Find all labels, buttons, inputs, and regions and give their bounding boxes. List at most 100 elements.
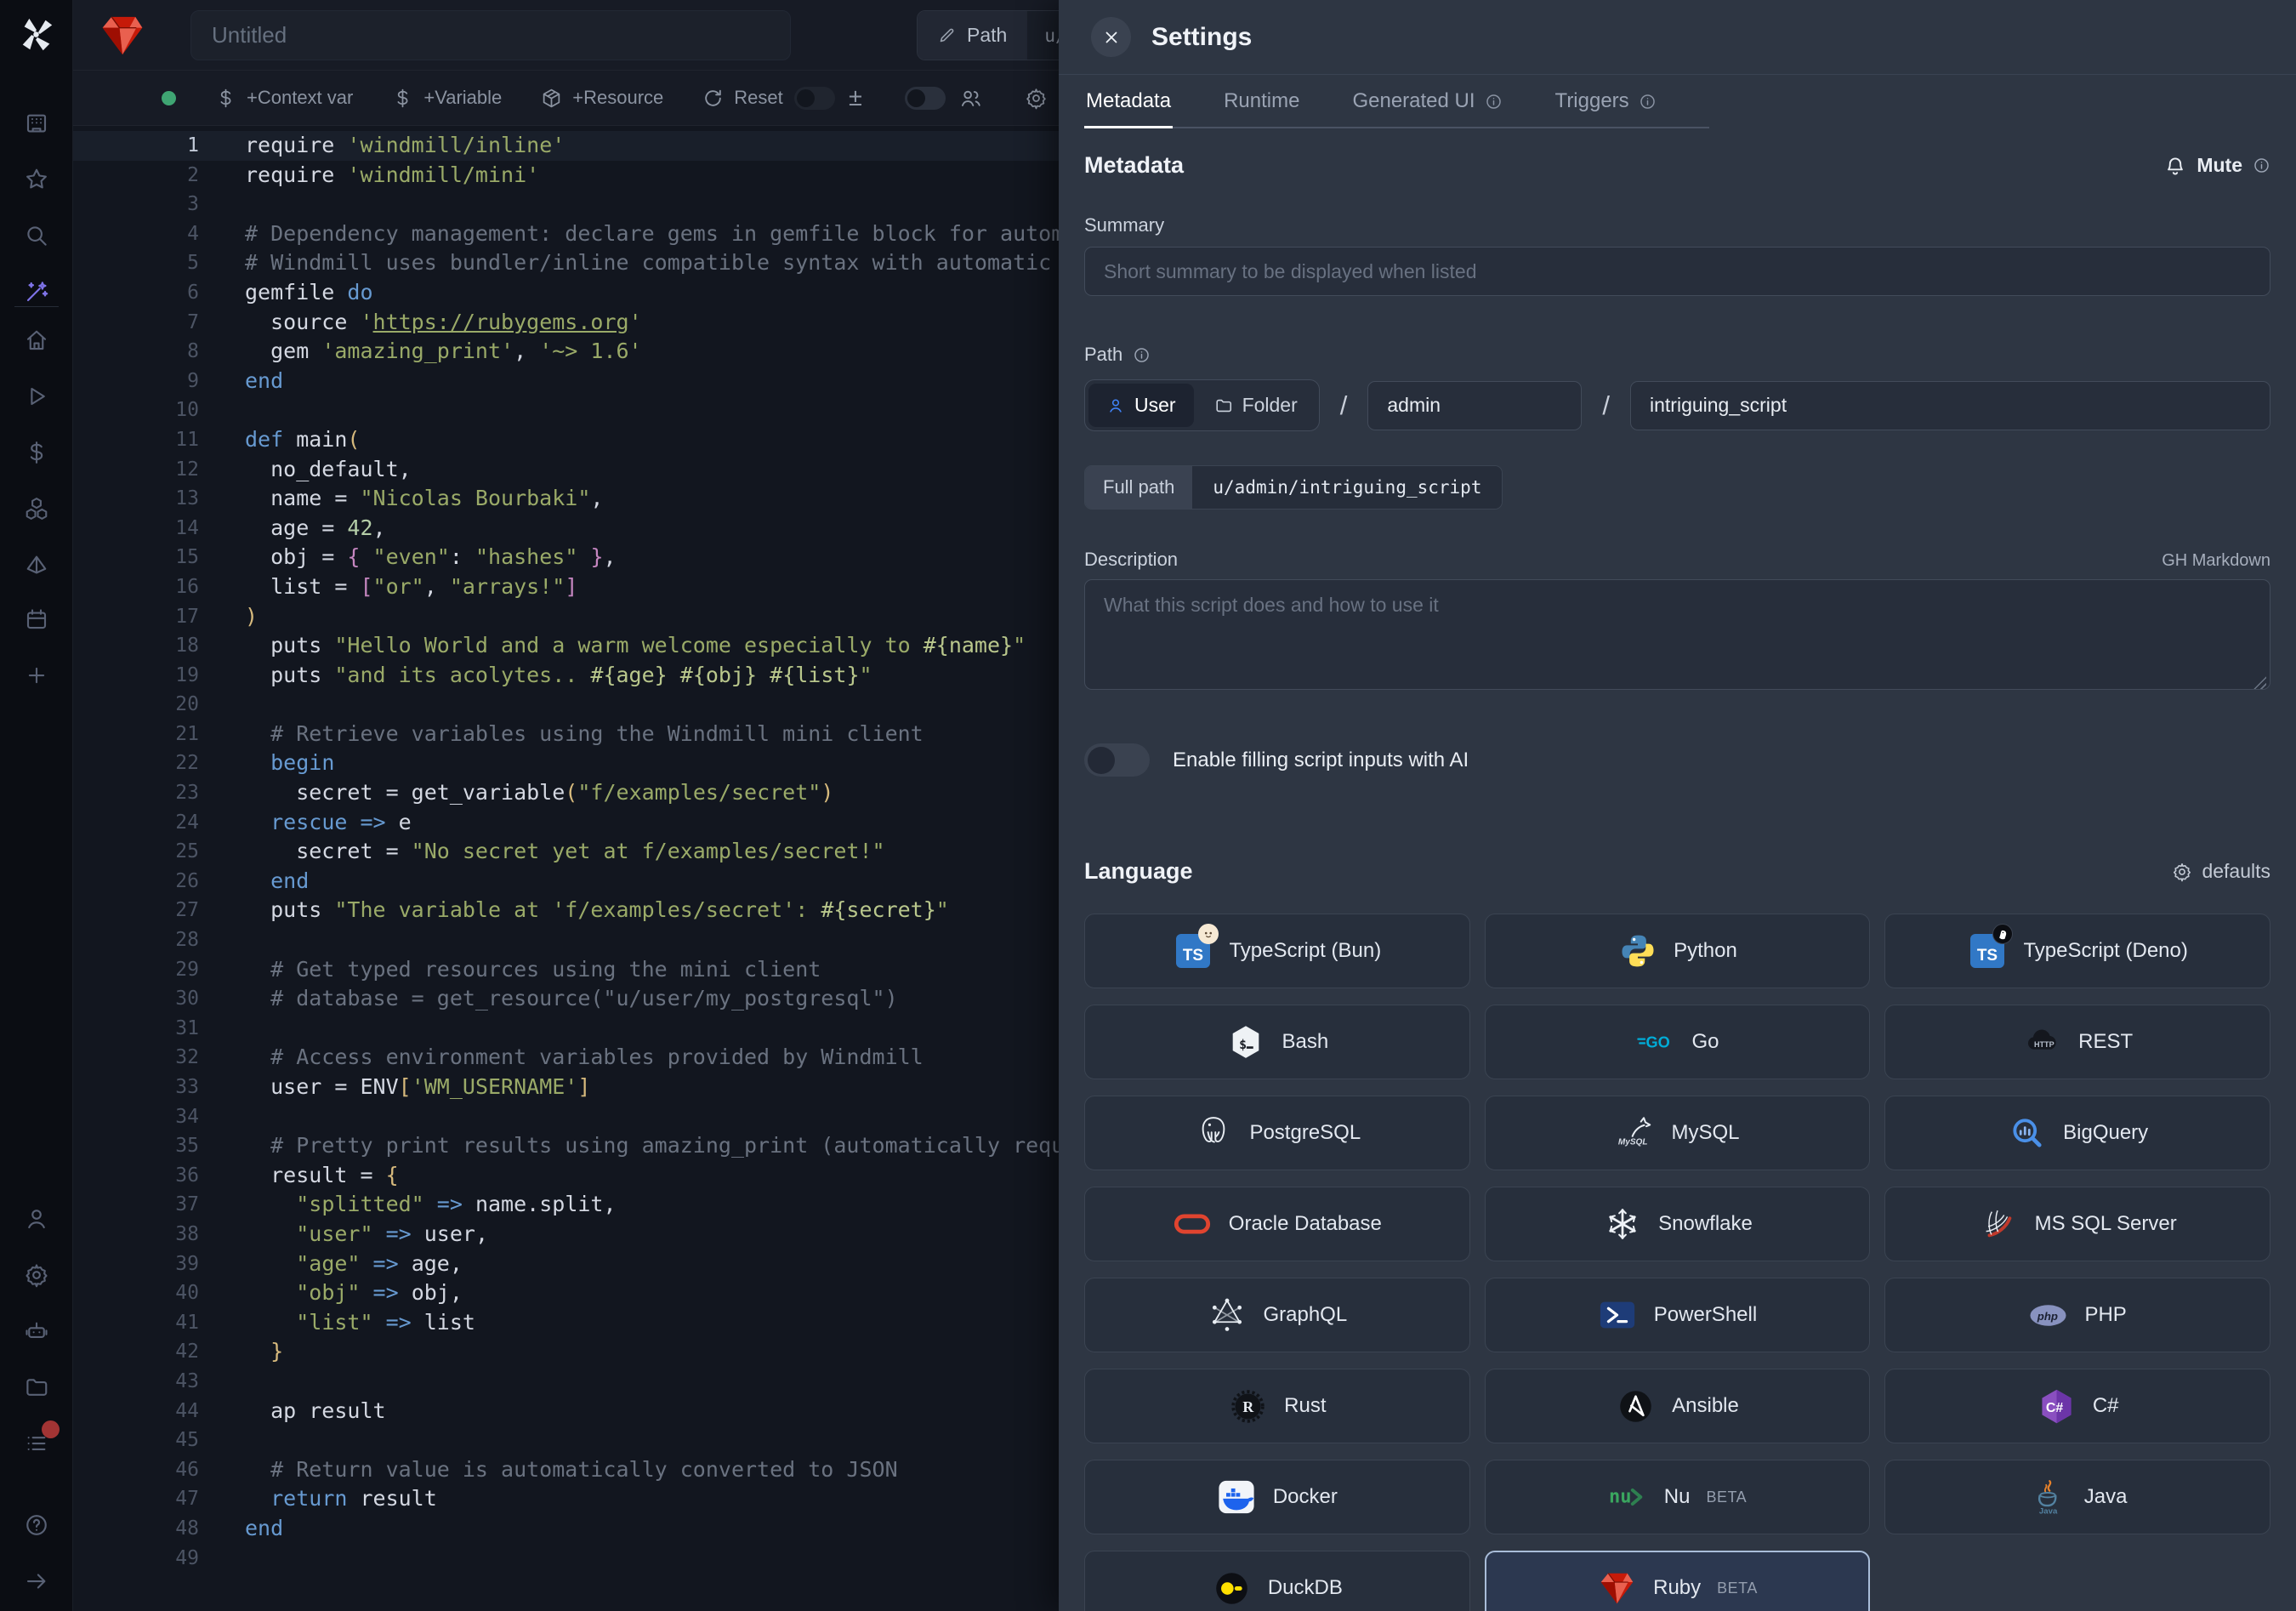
defaults-button[interactable]: defaults [2172, 860, 2270, 883]
tab-triggers[interactable]: Triggers [1554, 75, 1658, 128]
reset-button[interactable]: Reset [702, 87, 782, 109]
summary-input[interactable] [1084, 247, 2270, 296]
description-textarea[interactable] [1084, 579, 2270, 690]
collab-toggle[interactable] [905, 87, 946, 110]
home-icon[interactable] [24, 327, 49, 353]
calendar-icon[interactable] [24, 606, 49, 632]
line-number: 1 [73, 131, 199, 161]
language-label: Oracle Database [1229, 1212, 1382, 1236]
language-go[interactable]: GOGo [1485, 1005, 1871, 1079]
ai-inputs-toggle[interactable] [1084, 743, 1150, 777]
line-content: secret = "No secret yet at f/examples/se… [199, 837, 885, 867]
mute-button[interactable]: Mute [2164, 154, 2270, 177]
bell-icon [2164, 155, 2186, 177]
info-icon [1485, 93, 1503, 111]
search-icon[interactable] [24, 223, 49, 248]
language-postgresql[interactable]: PostgreSQL [1084, 1096, 1470, 1170]
line-number: 12 [73, 455, 199, 485]
tab-metadata[interactable]: Metadata [1084, 75, 1173, 128]
language-duckdb[interactable]: DuckDB [1084, 1551, 1470, 1611]
language-powershell[interactable]: PowerShell [1485, 1278, 1871, 1352]
plus-icon[interactable] [24, 663, 49, 688]
line-content: name = "Nicolas Bourbaki", [199, 484, 603, 514]
tab-runtime[interactable]: Runtime [1222, 75, 1301, 128]
line-number: 2 [73, 161, 199, 191]
user-icon[interactable] [24, 1206, 49, 1232]
help-icon[interactable] [24, 1512, 49, 1538]
line-content: "obj" => obj, [199, 1278, 463, 1308]
language-ansible[interactable]: Ansible [1485, 1369, 1871, 1443]
language-mysql[interactable]: MySQLMySQL [1485, 1096, 1871, 1170]
language-label: PostgreSQL [1249, 1121, 1361, 1145]
building-icon[interactable] [24, 111, 49, 136]
rest-icon: HTTP [2022, 1022, 2062, 1062]
cubes-icon[interactable] [24, 496, 49, 521]
svg-text:MySQL: MySQL [1618, 1137, 1648, 1147]
language-rust[interactable]: RRust [1084, 1369, 1470, 1443]
language-nu[interactable]: nuNuBETA [1485, 1460, 1871, 1534]
language-snowflake[interactable]: Snowflake [1485, 1187, 1871, 1261]
gear-icon[interactable] [1025, 87, 1048, 110]
language-bigquery[interactable]: BigQuery [1884, 1096, 2270, 1170]
line-content: end [199, 367, 283, 396]
csharp-icon: C# [2037, 1386, 2077, 1426]
add-context-var-button[interactable]: +Context var [215, 87, 353, 109]
language-label: PHP [2084, 1303, 2126, 1327]
line-content: obj = { "even": "hashes" }, [199, 543, 617, 572]
dollar-icon[interactable] [24, 440, 49, 465]
folder-icon[interactable] [24, 1375, 49, 1400]
language-label: Java [2084, 1485, 2128, 1509]
users-icon[interactable] [959, 87, 982, 110]
arrow-right-icon[interactable] [24, 1568, 49, 1594]
robot-icon[interactable] [24, 1318, 49, 1344]
owner-kind-user[interactable]: User [1088, 384, 1194, 427]
add-resource-button[interactable]: +Resource [541, 87, 663, 109]
pyramid-icon[interactable] [24, 552, 49, 578]
language-bash[interactable]: $Bash [1084, 1005, 1470, 1079]
language-python[interactable]: Python [1485, 914, 1871, 988]
list-icon[interactable] [24, 1431, 49, 1456]
nu-icon: nu [1608, 1477, 1648, 1517]
plus-minus-icon[interactable]: ± [849, 86, 862, 111]
line-number: 22 [73, 749, 199, 778]
language-label: Ansible [1672, 1394, 1739, 1418]
script-title-input[interactable] [190, 10, 791, 60]
line-content: gem 'amazing_print', '~> 1.6' [199, 337, 642, 367]
language-label: REST [2078, 1030, 2133, 1054]
language-java[interactable]: JavaJava [1884, 1460, 2270, 1534]
language-label: BigQuery [2063, 1121, 2148, 1145]
windmill-logo-icon[interactable] [17, 15, 56, 54]
line-number: 43 [73, 1367, 199, 1397]
magic-wand-icon[interactable] [24, 279, 49, 305]
language-typescript-bun[interactable]: TSTypeScript (Bun) [1084, 914, 1470, 988]
language-oracle-database[interactable]: Oracle Database [1084, 1187, 1470, 1261]
line-number: 13 [73, 484, 199, 514]
language-php[interactable]: phpPHP [1884, 1278, 2270, 1352]
defaults-label: defaults [2202, 860, 2270, 883]
line-number: 23 [73, 778, 199, 808]
language-label: Snowflake [1658, 1212, 1753, 1236]
language-rest[interactable]: HTTP REST [1884, 1005, 2270, 1079]
line-number: 16 [73, 572, 199, 602]
language-docker[interactable]: Docker [1084, 1460, 1470, 1534]
diff-toggle[interactable] [794, 87, 835, 110]
line-content [199, 925, 245, 955]
path-owner-input[interactable] [1367, 381, 1582, 430]
close-button[interactable] [1091, 17, 1131, 57]
language-c[interactable]: C#C# [1884, 1369, 2270, 1443]
language-ms-sql-server[interactable]: MS SQL Server [1884, 1187, 2270, 1261]
owner-kind-folder[interactable]: Folder [1196, 384, 1316, 427]
tab-generated-ui[interactable]: Generated UI [1350, 75, 1503, 128]
gear-icon[interactable] [24, 1262, 49, 1288]
line-number: 36 [73, 1161, 199, 1191]
language-graphql[interactable]: GraphQL [1084, 1278, 1470, 1352]
language-typescript-deno[interactable]: TSTypeScript (Deno) [1884, 914, 2270, 988]
svg-text:GO: GO [1645, 1034, 1669, 1051]
language-ruby[interactable]: RubyBETA [1485, 1551, 1871, 1611]
path-label: Path [1084, 344, 1122, 366]
owner-kind-label: User [1134, 394, 1176, 417]
add-variable-button[interactable]: +Variable [392, 87, 502, 109]
path-name-input[interactable] [1630, 381, 2270, 430]
star-icon[interactable] [24, 167, 49, 192]
play-icon[interactable] [24, 384, 49, 409]
